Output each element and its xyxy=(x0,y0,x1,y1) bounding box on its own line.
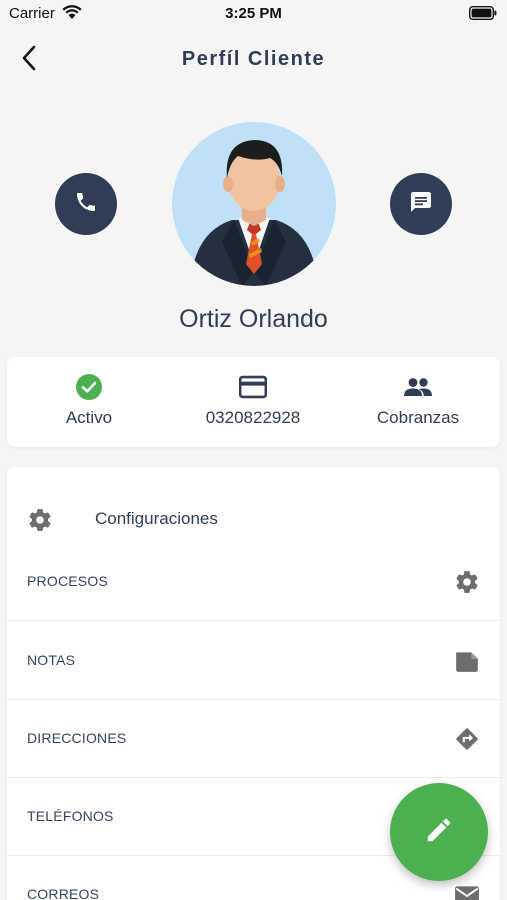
menu-item-label: PROCESOS xyxy=(27,573,108,589)
clock: 3:25 PM xyxy=(225,5,282,22)
client-profile-screen: Carrier 3:25 PM Perfíl Cliente Ortiz Orl… xyxy=(0,0,507,900)
edit-fab-button[interactable] xyxy=(390,783,488,881)
check-circle-icon xyxy=(76,373,102,405)
gear-icon xyxy=(454,569,480,595)
account-number: 0320822928 xyxy=(205,408,301,427)
status-bar: Carrier 3:25 PM xyxy=(0,0,507,28)
people-icon xyxy=(403,376,433,403)
directions-icon xyxy=(454,726,480,752)
page-title: Perfíl Cliente xyxy=(181,48,326,70)
menu-item-procesos[interactable]: PROCESOS xyxy=(7,543,500,621)
gear-icon xyxy=(27,507,53,538)
client-name: Ortiz Orlando xyxy=(179,305,328,333)
menu-item-notas[interactable]: NOTAS xyxy=(7,622,500,700)
account-item: 0320822928 xyxy=(171,375,335,428)
avatar xyxy=(172,122,336,286)
phone-icon xyxy=(74,190,98,219)
pencil-icon xyxy=(424,815,454,850)
call-button[interactable] xyxy=(55,173,117,235)
message-icon xyxy=(409,190,433,219)
battery-icon xyxy=(468,5,497,25)
client-info-card: Activo 0320822928 Cobranzas xyxy=(7,357,500,447)
menu-item-label: CORREOS xyxy=(27,886,100,900)
menu-item-label: TELÉFONOS xyxy=(27,808,114,824)
note-icon xyxy=(454,648,480,674)
mail-icon xyxy=(454,882,480,900)
menu-item-direcciones[interactable]: DIRECCIONES xyxy=(7,700,500,778)
menu-item-label: DIRECCIONES xyxy=(27,730,127,746)
group-label: Cobranzas xyxy=(376,408,460,427)
settings-title: Configuraciones xyxy=(95,509,218,528)
group-item: Cobranzas xyxy=(336,375,500,428)
message-button[interactable] xyxy=(390,173,452,235)
menu-item-label: NOTAS xyxy=(27,652,76,668)
credit-card-icon xyxy=(238,375,268,404)
status-item: Activo xyxy=(7,373,171,428)
settings-header: Configuraciones xyxy=(7,503,500,535)
status-label: Activo xyxy=(65,408,113,427)
